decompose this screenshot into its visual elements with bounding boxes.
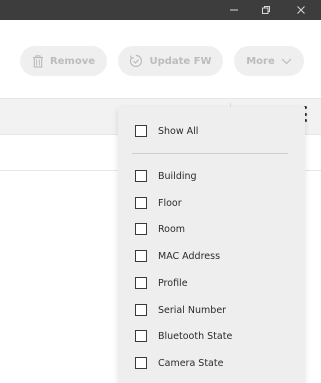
menu-item-show-all[interactable]: Show All xyxy=(135,123,198,139)
chevron-down-icon xyxy=(281,58,292,65)
minimize-button[interactable] xyxy=(222,0,246,20)
menu-item-label: Floor xyxy=(158,197,182,209)
menu-item-label: Bluetooth State xyxy=(158,330,233,342)
title-bar xyxy=(0,0,321,20)
profile-checkbox[interactable] xyxy=(135,277,147,289)
more-button-label: More xyxy=(246,55,275,67)
mac-address-checkbox[interactable] xyxy=(135,250,147,262)
floor-checkbox[interactable] xyxy=(135,197,147,209)
menu-item-label: Building xyxy=(158,170,197,182)
close-icon xyxy=(297,6,305,14)
update-fw-button[interactable]: Update FW xyxy=(118,46,223,76)
trash-icon xyxy=(32,54,44,68)
bluetooth-state-checkbox[interactable] xyxy=(135,330,147,342)
camera-state-checkbox[interactable] xyxy=(135,357,147,369)
column-visibility-menu: Show All Building Floor Room MAC Address… xyxy=(118,107,305,383)
menu-item-label: Serial Number xyxy=(158,304,227,316)
menu-item-mac-address[interactable]: MAC Address xyxy=(135,248,220,264)
menu-item-floor[interactable]: Floor xyxy=(135,195,182,211)
menu-item-label: Room xyxy=(158,223,186,235)
menu-item-profile[interactable]: Profile xyxy=(135,275,188,291)
serial-number-checkbox[interactable] xyxy=(135,304,147,316)
remove-button[interactable]: Remove xyxy=(20,46,107,76)
refresh-icon xyxy=(129,54,143,68)
remove-button-label: Remove xyxy=(49,55,96,67)
menu-separator xyxy=(132,153,288,154)
update-fw-button-label: Update FW xyxy=(149,55,212,67)
room-checkbox[interactable] xyxy=(135,223,147,235)
more-button[interactable]: More xyxy=(234,46,304,76)
menu-item-label: Profile xyxy=(158,277,188,289)
menu-item-building[interactable]: Building xyxy=(135,168,197,184)
minimize-icon xyxy=(230,9,238,11)
show-all-checkbox[interactable] xyxy=(135,125,147,137)
menu-item-label: MAC Address xyxy=(158,250,221,262)
restore-button[interactable] xyxy=(254,0,278,20)
menu-item-camera-state[interactable]: Camera State xyxy=(135,355,223,371)
menu-item-bluetooth-state[interactable]: Bluetooth State xyxy=(135,328,232,344)
restore-icon xyxy=(262,6,270,14)
building-checkbox[interactable] xyxy=(135,170,147,182)
menu-item-serial-number[interactable]: Serial Number xyxy=(135,302,226,318)
close-button[interactable] xyxy=(289,0,313,20)
menu-item-label: Camera State xyxy=(158,357,224,369)
menu-item-label: Show All xyxy=(158,125,199,137)
menu-item-room[interactable]: Room xyxy=(135,221,185,237)
toolbar: Remove Update FW More xyxy=(0,20,321,98)
